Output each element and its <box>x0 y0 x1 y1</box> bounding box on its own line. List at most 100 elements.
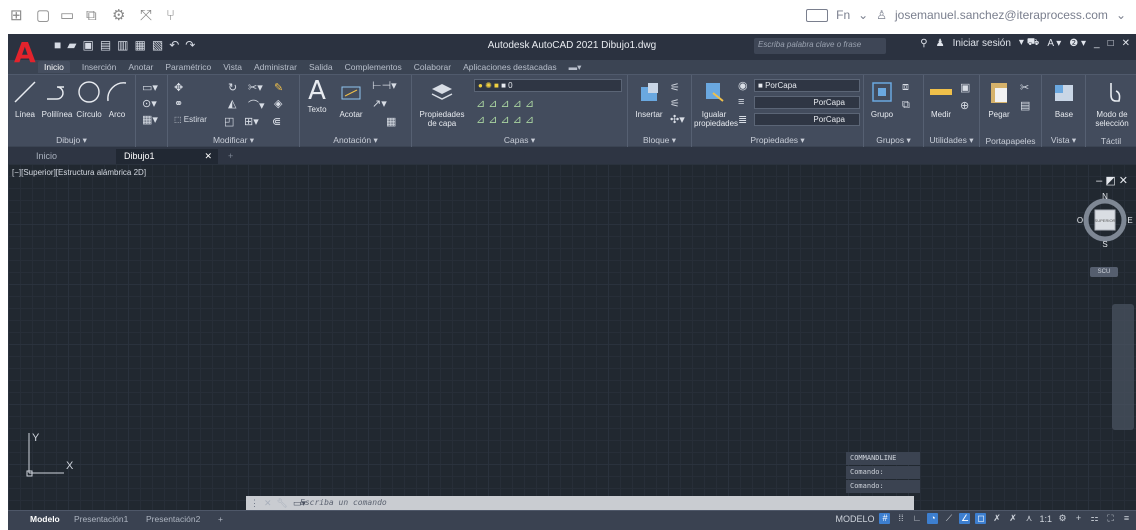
ortho-icon[interactable]: ∟ <box>911 513 922 524</box>
layer-tools-icon[interactable]: ⊿⊿⊿⊿⊿ <box>476 97 537 110</box>
panel-label[interactable]: Modificar ▾ <box>168 135 299 146</box>
navigation-bar[interactable] <box>1112 304 1134 430</box>
close-icon[interactable]: ✕ <box>264 498 272 509</box>
tab-drawing[interactable]: Dibujo1 ✕ <box>116 149 218 164</box>
tab-colaborar[interactable]: Colaborar <box>414 62 451 72</box>
trim-icon[interactable]: ✂▾ <box>248 81 263 94</box>
copy-icon[interactable]: ⧉ <box>86 8 97 24</box>
layer-properties-button[interactable]: Propiedades de capa <box>416 79 468 128</box>
tab-layout1[interactable]: Presentación1 <box>74 514 128 524</box>
panel-label[interactable]: Capas ▾ <box>412 135 627 146</box>
text-button[interactable]: A Texto <box>304 77 330 114</box>
erase-icon[interactable]: ✎ <box>274 81 283 94</box>
rectangle-icon[interactable]: ▭▾ <box>142 81 158 94</box>
fullscreen-icon[interactable]: ⛶ <box>1105 513 1116 524</box>
lineweight-dropdown[interactable]: PorCapa <box>754 113 860 126</box>
tab-vista[interactable]: Vista <box>223 62 242 72</box>
tab-administrar[interactable]: Administrar <box>254 62 297 72</box>
scale-value[interactable]: 1:1 <box>1039 514 1052 524</box>
annotation-scale-icon[interactable]: ⋏ <box>1023 513 1034 524</box>
tab-model[interactable]: Modelo <box>30 514 60 524</box>
measure-button[interactable]: Medir <box>926 79 956 119</box>
grid-icon[interactable]: # <box>879 513 891 524</box>
panel-label[interactable]: Portapapeles <box>980 136 1041 146</box>
annotation-monitor-icon[interactable]: + <box>1073 513 1084 524</box>
osnap-icon[interactable]: ◻ <box>975 513 987 524</box>
object-track-icon[interactable]: ∠ <box>959 513 971 524</box>
viewcube[interactable]: SUPERIOR N S E O <box>1076 190 1134 248</box>
create-block-icon[interactable]: ⚟ <box>670 81 680 94</box>
edit-block-icon[interactable]: ⚟ <box>670 97 680 110</box>
compass-north[interactable]: N <box>1102 192 1108 201</box>
close-icon[interactable]: ✕ <box>1122 38 1130 49</box>
customize-menu-icon[interactable]: ≡ <box>1121 513 1132 524</box>
move-icon[interactable]: ✥ <box>174 81 183 94</box>
signin-link[interactable]: Iniciar sesión <box>953 38 1011 49</box>
mirror-icon[interactable]: ◭ <box>228 97 236 110</box>
tab-anotar[interactable]: Anotar <box>128 62 153 72</box>
close-tab-icon[interactable]: ✕ <box>204 151 212 162</box>
compass-east[interactable]: E <box>1127 216 1132 225</box>
cart-icon[interactable]: ▾ ⛟ <box>1019 37 1039 50</box>
add-layout-button[interactable]: + <box>218 514 223 524</box>
search-input[interactable]: Escriba palabra clave o frase <box>754 38 886 54</box>
layer-dropdown[interactable]: ● ✺ ■ ■ 0 <box>474 79 622 92</box>
tab-complementos[interactable]: Complementos <box>345 62 402 72</box>
tab-inicio[interactable]: Inicio <box>38 61 70 73</box>
color-dropdown[interactable]: ■ PorCapa <box>754 79 860 92</box>
linear-dim-icon[interactable]: ⊢⊣▾ <box>372 79 397 92</box>
insert-button[interactable]: Insertar <box>632 79 666 119</box>
match-properties-button[interactable]: Igualar propiedades <box>694 79 738 128</box>
branch-icon[interactable]: ⑂ <box>166 8 175 24</box>
paste-button[interactable]: Pegar <box>984 79 1014 119</box>
restore-icon[interactable]: □ <box>1108 38 1114 49</box>
chevron-down-icon[interactable]: ⌄ <box>858 8 868 22</box>
ungroup-icon[interactable]: ⧈ <box>902 81 909 94</box>
scale-icon[interactable]: ◰ <box>224 115 234 128</box>
linetype-dropdown[interactable]: PorCapa <box>754 96 860 109</box>
window-icon[interactable]: ▢ <box>36 8 50 24</box>
copy-clip-icon[interactable]: ▤ <box>1020 99 1030 112</box>
settings-icon[interactable]: ⚙ <box>112 8 125 24</box>
layer-tools-icon[interactable]: ⊿⊿⊿⊿⊿ <box>476 113 537 126</box>
auto-scale-icon[interactable]: ✗ <box>1007 513 1018 524</box>
panel-label[interactable]: Utilidades ▾ <box>924 135 979 146</box>
stretch-button[interactable]: ⬚ Estirar <box>174 115 207 124</box>
fillet-icon[interactable]: ⌒▾ <box>248 97 265 113</box>
recent-commands-icon[interactable]: ▭▾ <box>293 498 306 509</box>
user-email[interactable]: josemanuel.sanchez@iteraprocess.com <box>895 8 1108 22</box>
table-icon[interactable]: ▦ <box>386 115 396 128</box>
rotate-icon[interactable]: ↻ <box>228 81 237 94</box>
tab-aplicaciones[interactable]: Aplicaciones destacadas <box>463 62 557 72</box>
attribute-icon[interactable]: ✣▾ <box>670 113 685 126</box>
circle-button[interactable]: Círculo <box>76 79 102 119</box>
color-wheel-icon[interactable]: ◉ <box>738 79 748 92</box>
ellipse-icon[interactable]: ⊙▾ <box>142 97 157 110</box>
compass-south[interactable]: S <box>1102 240 1107 248</box>
panel-label[interactable]: Propiedades ▾ <box>692 135 863 146</box>
group-button[interactable]: Grupo <box>866 79 898 119</box>
search-icon[interactable]: ⚲ <box>920 38 927 49</box>
compass-west[interactable]: O <box>1077 216 1083 225</box>
tab-insercion[interactable]: Inserción <box>82 62 117 72</box>
tab-salida[interactable]: Salida <box>309 62 333 72</box>
units-icon[interactable]: ⚏ <box>1089 513 1100 524</box>
annotation-visibility-icon[interactable]: ✗ <box>991 513 1002 524</box>
linetype-icon[interactable]: ≡ <box>738 96 744 108</box>
viewport-controls[interactable]: [−][Superior][Estructura alámbrica 2D] <box>12 168 146 177</box>
ribbon-toggle-icon[interactable]: ▬▾ <box>569 62 582 73</box>
arc-button[interactable]: Arco <box>104 79 130 119</box>
folder-icon[interactable]: ▭ <box>60 8 74 24</box>
line-button[interactable]: Línea <box>12 79 38 119</box>
fn-label[interactable]: Fn <box>836 8 850 22</box>
tab-parametrico[interactable]: Paramétrico <box>165 62 211 72</box>
workspace-gear-icon[interactable]: ⚙ <box>1057 513 1068 524</box>
polar-icon[interactable]: ◔ <box>927 513 939 524</box>
calculator-icon[interactable]: ▣ <box>960 81 970 94</box>
copy-object-icon[interactable]: ⚭ <box>174 97 183 110</box>
snap-icon[interactable]: ⁞⁞ <box>895 513 906 524</box>
command-input[interactable]: Escriba un comando <box>246 496 914 510</box>
model-space-toggle[interactable]: MODELO <box>835 514 874 524</box>
offset-icon[interactable]: ⋐ <box>272 115 281 128</box>
new-tab-button[interactable]: + <box>220 149 241 164</box>
